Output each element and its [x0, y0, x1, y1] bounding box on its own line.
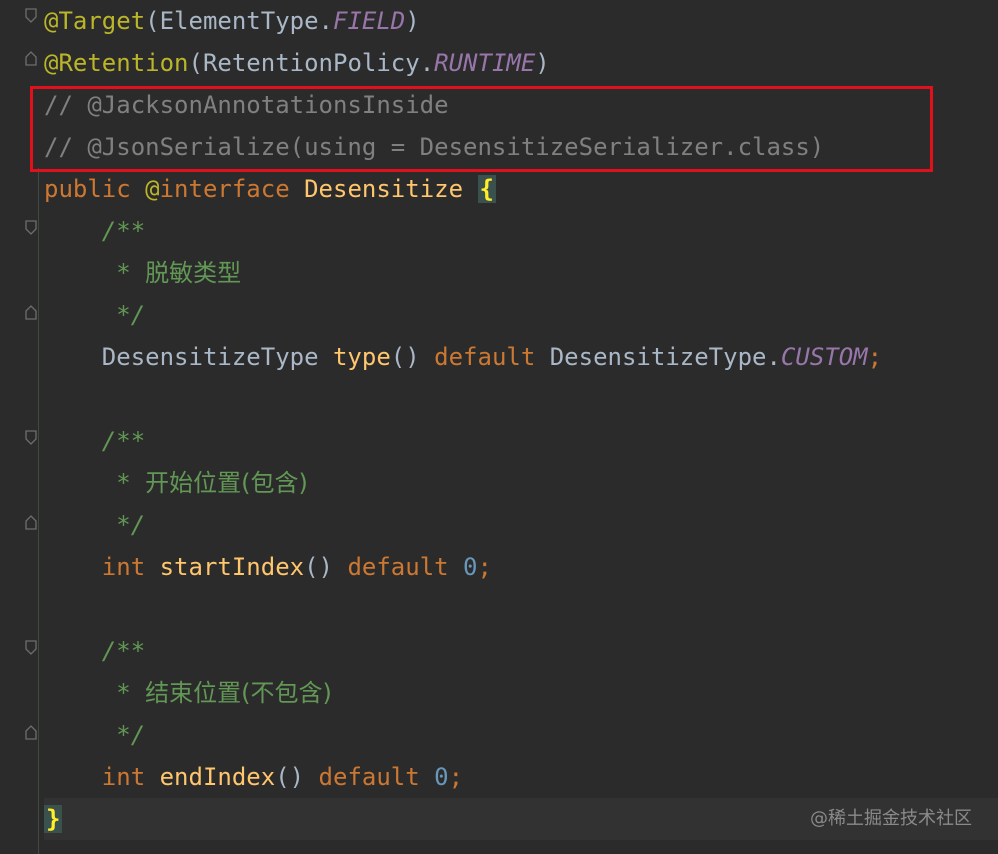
code-token: * — [44, 259, 146, 287]
code-token: /** — [44, 427, 146, 455]
fold-icon[interactable] — [24, 640, 38, 656]
code-token: */ — [44, 301, 146, 329]
code-line[interactable]: * 开始位置(包含) — [44, 462, 308, 504]
code-token: () — [275, 763, 319, 791]
code-token: /** — [44, 217, 146, 245]
code-token: CUSTOM — [780, 343, 868, 371]
code-token: default — [434, 343, 550, 371]
code-line[interactable]: int startIndex() default 0; — [44, 546, 492, 588]
fold-icon[interactable] — [24, 50, 38, 66]
code-line[interactable]: /** — [44, 630, 145, 672]
fold-icon[interactable] — [24, 220, 38, 236]
code-token: interface — [159, 175, 305, 203]
code-token: 结束位置(不包含) — [145, 679, 332, 707]
code-line[interactable]: /** — [44, 210, 145, 252]
code-line[interactable]: */ — [44, 714, 145, 756]
code-token: * — [44, 469, 146, 497]
fold-icon[interactable] — [24, 724, 38, 740]
code-token: @ — [145, 175, 160, 203]
code-token: (ElementType. — [145, 7, 333, 35]
code-line[interactable]: */ — [44, 294, 145, 336]
code-token: 0 — [463, 553, 478, 581]
code-line[interactable]: int endIndex() default 0; — [44, 756, 463, 798]
code-token: 开始位置(包含) — [145, 469, 308, 497]
code-line[interactable]: */ — [44, 504, 145, 546]
fold-icon[interactable] — [24, 430, 38, 446]
code-token: ; — [867, 343, 883, 371]
code-token: int — [101, 763, 160, 791]
code-line[interactable]: DesensitizeType type() default Desensiti… — [44, 336, 882, 378]
fold-icon[interactable] — [24, 514, 38, 530]
code-token: type — [332, 343, 391, 371]
code-token: 脱敏类型 — [145, 259, 242, 287]
code-token: */ — [44, 511, 146, 539]
code-token: ; — [448, 763, 464, 791]
code-token: ) — [405, 7, 420, 35]
gutter-change-marker — [38, 168, 39, 854]
code-token: ; — [477, 553, 492, 581]
code-token: { — [477, 175, 496, 203]
code-token: * — [44, 679, 146, 707]
code-token: DesensitizeType. — [549, 343, 781, 371]
code-line[interactable]: @Target(ElementType.FIELD) — [44, 0, 420, 42]
code-line[interactable]: @Retention(RetentionPolicy.RUNTIME) — [44, 42, 550, 84]
code-line[interactable]: * 脱敏类型 — [44, 252, 241, 294]
highlight-box — [30, 86, 933, 172]
code-line[interactable]: public @interface Desensitize { — [44, 168, 496, 210]
code-token: @Retention — [44, 49, 189, 77]
code-token: default — [347, 553, 464, 581]
code-token: endIndex — [159, 763, 276, 791]
code-token: int — [101, 553, 160, 581]
code-token: () — [304, 553, 348, 581]
watermark: @稀土掘金技术社区 — [810, 808, 972, 829]
code-token: (RetentionPolicy. — [188, 49, 435, 77]
fold-icon[interactable] — [24, 8, 38, 24]
code-token: startIndex — [159, 553, 305, 581]
code-token: */ — [44, 721, 146, 749]
code-token: FIELD — [333, 7, 406, 35]
fold-icon[interactable] — [24, 304, 38, 320]
code-line[interactable]: /** — [44, 420, 145, 462]
code-token: () — [390, 343, 435, 371]
code-token: @Target — [44, 7, 146, 35]
code-token: /** — [44, 637, 146, 665]
code-token: DesensitizeType — [44, 343, 333, 371]
code-token: 0 — [434, 763, 449, 791]
code-token: RUNTIME — [434, 49, 536, 77]
code-token: public — [44, 175, 146, 203]
code-token: default — [318, 763, 435, 791]
code-token: } — [44, 805, 63, 833]
code-line[interactable]: * 结束位置(不包含) — [44, 672, 332, 714]
code-token: ) — [535, 49, 550, 77]
code-token: Desensitize — [304, 175, 478, 203]
